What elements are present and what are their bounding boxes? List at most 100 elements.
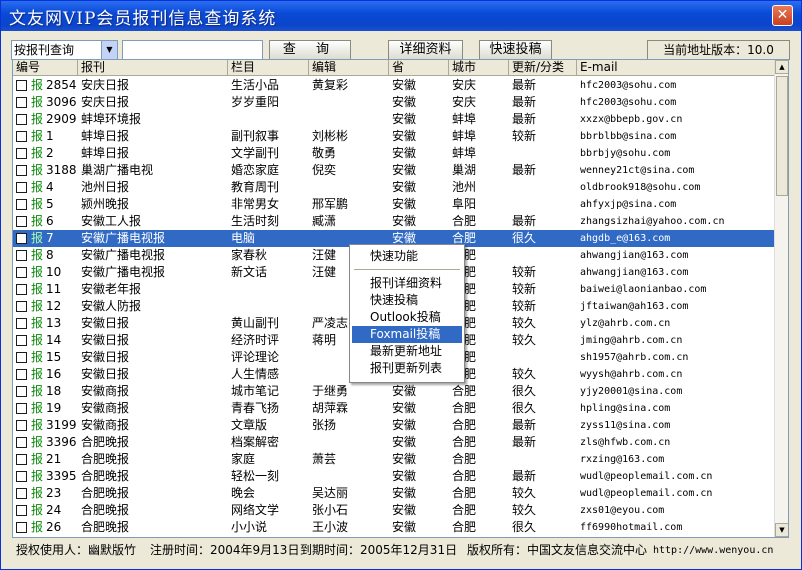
menu-item-update-list[interactable]: 报刊更新列表: [352, 360, 462, 377]
scroll-thumb[interactable]: [776, 76, 788, 196]
detail-button[interactable]: 详细资料: [388, 40, 463, 60]
column-header-id[interactable]: 编号: [13, 60, 78, 76]
column-header-column[interactable]: 栏目: [228, 60, 309, 76]
row-checkbox[interactable]: [16, 267, 27, 278]
row-checkbox[interactable]: [16, 80, 27, 91]
table-row[interactable]: 报 2854 安庆日报 生活小品 黄复彩 安徽 安庆 最新 hfc2003@sohu.com: [13, 77, 776, 94]
cell-city: 合肥: [452, 469, 477, 483]
cell-editor: 黄复彩: [312, 78, 349, 92]
row-checkbox[interactable]: [16, 335, 27, 346]
chevron-down-icon[interactable]: ▼: [101, 41, 117, 59]
quick-submit-button[interactable]: 快速投稿: [479, 40, 552, 60]
row-mark-icon: 报: [31, 384, 44, 398]
row-checkbox[interactable]: [16, 437, 27, 448]
search-input[interactable]: [122, 40, 263, 60]
table-row[interactable]: 报 26 合肥晚报 小小说 王小波 安徽 合肥 很久 ff6990hotmail.com: [13, 519, 776, 536]
row-checkbox[interactable]: [16, 131, 27, 142]
table-row[interactable]: 报 3096 安庆日报 岁岁重阳 安徽 安庆 最新 hfc2003@sohu.com: [13, 94, 776, 111]
table-row[interactable]: 报 5 颍州晚报 非常男女 邢军鹏 安徽 阜阳 ahfyxjp@sina.com: [13, 196, 776, 213]
column-header-province[interactable]: 省: [389, 60, 449, 76]
cell-province: 安徽: [392, 214, 417, 228]
column-header-city[interactable]: 城市: [449, 60, 509, 76]
menu-item-detail[interactable]: 报刊详细资料: [352, 275, 462, 292]
row-checkbox[interactable]: [16, 386, 27, 397]
row-checkbox[interactable]: [16, 233, 27, 244]
cell-name: 合肥晚报: [81, 435, 130, 449]
cell-update: [512, 451, 575, 468]
row-mark-icon: 报: [31, 112, 44, 126]
context-menu: 快速功能 报刊详细资料 快速投稿 Outlook投稿 Foxmail投稿 最新更…: [349, 244, 465, 383]
cell-column: 岁岁重阳: [231, 95, 280, 109]
status-url[interactable]: http://www.wenyou.cn: [653, 542, 773, 559]
cell-column: 家春秋: [231, 248, 268, 262]
search-type-select[interactable]: 按报刊查询 ▼: [11, 40, 118, 60]
row-mark-icon: 报: [31, 367, 44, 381]
menu-item-quick-submit[interactable]: 快速投稿: [352, 292, 462, 309]
cell-name: 合肥晚报: [81, 503, 130, 517]
column-header-update[interactable]: 更新/分类: [509, 60, 577, 76]
table-row[interactable]: 报 3199 安徽商报 文章版 张扬 安徽 合肥 最新 zyss11@sina.com: [13, 417, 776, 434]
row-checkbox[interactable]: [16, 505, 27, 516]
column-header-name[interactable]: 报刊: [78, 60, 228, 76]
table-row[interactable]: 报 2909 蚌埠环境报 安徽 蚌埠 最新 xxzx@bbepb.gov.cn: [13, 111, 776, 128]
menu-item-foxmail[interactable]: Foxmail投稿: [352, 326, 462, 343]
cell-id: 7: [46, 231, 54, 245]
menu-item-quick-functions[interactable]: 快速功能: [352, 248, 462, 265]
row-checkbox[interactable]: [16, 403, 27, 414]
table-header: 编号 报刊 栏目 编辑 省 城市 更新/分类 E-mail: [13, 60, 776, 76]
table-row[interactable]: 报 2 蚌埠日报 文学副刊 敬勇 安徽 蚌埠 bbrbjy@sohu.com: [13, 145, 776, 162]
table-row[interactable]: 报 18 安徽商报 城市笔记 于继勇 安徽 合肥 很久 yjy20001@sina.com: [13, 383, 776, 400]
row-checkbox[interactable]: [16, 284, 27, 295]
table-row[interactable]: 报: [13, 536, 776, 537]
row-checkbox[interactable]: [16, 216, 27, 227]
cell-name: [81, 536, 229, 537]
row-checkbox[interactable]: [16, 369, 27, 380]
menu-item-outlook[interactable]: Outlook投稿: [352, 309, 462, 326]
row-checkbox[interactable]: [16, 148, 27, 159]
cell-update: 很久: [512, 520, 537, 534]
row-checkbox[interactable]: [16, 471, 27, 482]
cell-city: 合肥: [452, 214, 477, 228]
close-button[interactable]: ✕: [772, 5, 793, 26]
cell-id: 2854: [46, 78, 76, 92]
table-row[interactable]: 报 24 合肥晚报 网络文学 张小石 安徽 合肥 较久 zxs01@eyou.com: [13, 502, 776, 519]
row-checkbox[interactable]: [16, 420, 27, 431]
row-checkbox[interactable]: [16, 318, 27, 329]
menu-item-latest-address[interactable]: 最新更新地址: [352, 343, 462, 360]
cell-province: 安徽: [392, 503, 417, 517]
scroll-up-icon[interactable]: ▲: [775, 60, 788, 74]
row-checkbox[interactable]: [16, 114, 27, 125]
cell-name: 安徽商报: [81, 384, 130, 398]
column-header-editor[interactable]: 编辑: [309, 60, 389, 76]
row-mark-icon: 报: [31, 469, 44, 483]
row-checkbox[interactable]: [16, 454, 27, 465]
row-checkbox[interactable]: [16, 488, 27, 499]
table-row[interactable]: 报 3188 巢湖广播电视 婚恋家庭 倪奕 安徽 巢湖 最新 wenney21ct@sina.c…: [13, 162, 776, 179]
row-mark-icon: 报: [31, 401, 44, 415]
cell-province: 安徽: [392, 197, 417, 211]
row-checkbox[interactable]: [16, 522, 27, 533]
table-row[interactable]: 报 21 合肥晚报 家庭 萧芸 安徽 合肥 rxzing@163.com: [13, 451, 776, 468]
table-row[interactable]: 报 1 蚌埠日报 副刊叙事 刘彬彬 安徽 蚌埠 较新 bbrblbb@sina.com: [13, 128, 776, 145]
table-row[interactable]: 报 3395 合肥晚报 轻松一刻 安徽 合肥 最新 wudl@peoplemail.com.c…: [13, 468, 776, 485]
table-row[interactable]: 报 19 安徽商报 青春飞扬 胡萍霖 安徽 合肥 很久 hpling@sina.com: [13, 400, 776, 417]
table-row[interactable]: 报 6 安徽工人报 生活时刻 臧潇 安徽 合肥 最新 zhangsizhai@yahoo.com…: [13, 213, 776, 230]
table-row[interactable]: 报 4 池州日报 教育周刊 安徽 池州 oldbrook918@sohu.com: [13, 179, 776, 196]
row-checkbox[interactable]: [16, 97, 27, 108]
row-checkbox[interactable]: [16, 301, 27, 312]
row-checkbox[interactable]: [16, 199, 27, 210]
cell-column: [231, 536, 309, 537]
table-row[interactable]: 报 23 合肥晚报 晚会 吴达丽 安徽 合肥 较久 wudl@peoplemail.com.cn: [13, 485, 776, 502]
scroll-down-icon[interactable]: ▼: [775, 523, 788, 537]
row-checkbox[interactable]: [16, 165, 27, 176]
row-checkbox[interactable]: [16, 250, 27, 261]
row-checkbox[interactable]: [16, 352, 27, 363]
cell-update: 最新: [512, 112, 537, 126]
cell-name: 安庆日报: [81, 78, 130, 92]
cell-city: 合肥: [452, 486, 477, 500]
column-header-email[interactable]: E-mail: [577, 60, 776, 76]
query-button[interactable]: 查 询: [269, 40, 351, 60]
row-checkbox[interactable]: [16, 182, 27, 193]
vertical-scrollbar[interactable]: ▲ ▼: [774, 60, 788, 537]
table-row[interactable]: 报 3396 合肥晚报 档案解密 安徽 合肥 最新 zls@hfwb.com.cn: [13, 434, 776, 451]
